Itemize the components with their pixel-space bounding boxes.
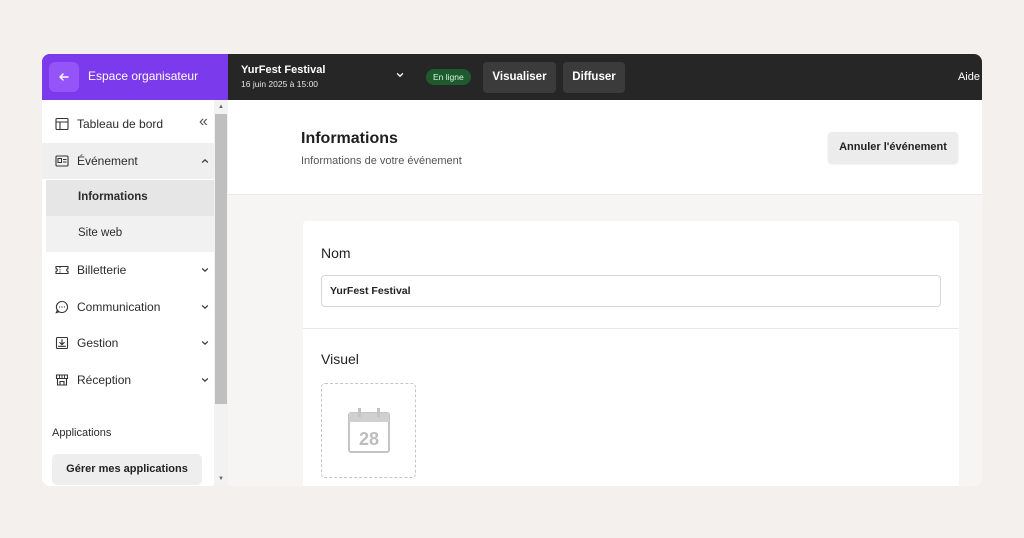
- back-button[interactable]: [49, 62, 79, 92]
- chevron-down-icon: [201, 378, 209, 383]
- collapse-sidebar-button[interactable]: «: [199, 113, 208, 131]
- scroll-up-arrow-icon[interactable]: ▲: [218, 104, 224, 110]
- top-bar: Espace organisateur YurFest Festival 16 …: [42, 54, 982, 100]
- id-card-icon: [55, 155, 69, 167]
- chevron-down-icon: [201, 341, 209, 346]
- chevron-down-icon: [201, 268, 209, 273]
- dashboard-icon: [55, 117, 69, 131]
- share-button[interactable]: Diffuser: [563, 62, 625, 93]
- sidebar-scroll-thumb[interactable]: [215, 114, 227, 404]
- sidebar-item-label: Réception: [77, 373, 132, 387]
- calendar-day-text: 28: [359, 429, 379, 449]
- main-content: Informations Informations de votre événe…: [228, 100, 982, 486]
- page-title: Informations: [301, 130, 398, 147]
- store-icon: [55, 374, 69, 386]
- divider: [303, 328, 959, 329]
- organizer-space-label: Espace organisateur: [88, 69, 199, 83]
- sidebar-item-event[interactable]: Événement: [42, 143, 214, 179]
- arrow-left-icon: [59, 73, 69, 81]
- sidebar-item-communication[interactable]: Communication: [42, 289, 214, 325]
- app-window: Espace organisateur YurFest Festival 16 …: [42, 54, 982, 486]
- organizer-space-link[interactable]: Espace organisateur: [42, 54, 228, 100]
- chat-icon: [55, 300, 68, 314]
- chevron-down-icon: [201, 305, 209, 310]
- cancel-event-button[interactable]: Annuler l'événement: [828, 132, 958, 163]
- ticket-icon: [55, 265, 69, 275]
- sidebar-item-label: Gestion: [77, 336, 119, 350]
- sidebar-subitem-website[interactable]: Site web: [46, 216, 214, 252]
- sidebar-subitem-informations[interactable]: Informations: [46, 180, 214, 216]
- sidebar-item-dashboard[interactable]: Tableau de bord «: [42, 106, 214, 142]
- manage-applications-button[interactable]: Gérer mes applications: [52, 454, 202, 485]
- event-name-input[interactable]: [321, 275, 941, 307]
- sidebar: Tableau de bord « Événement Informations…: [42, 100, 228, 486]
- sidebar-item-management[interactable]: Gestion: [42, 325, 214, 361]
- page-header: Informations Informations de votre événe…: [228, 100, 982, 195]
- scroll-down-arrow-icon[interactable]: ▼: [218, 476, 224, 482]
- sidebar-item-label: Billetterie: [77, 263, 127, 277]
- help-link[interactable]: Aide: [958, 71, 980, 83]
- image-upload-dropzone[interactable]: 28: [321, 383, 416, 478]
- visual-section-title: Visuel: [321, 351, 359, 367]
- sidebar-item-label: Tableau de bord: [77, 117, 164, 131]
- sidebar-subitem-label: Site web: [78, 227, 123, 239]
- event-name: YurFest Festival: [241, 64, 326, 76]
- download-tray-icon: [55, 336, 69, 350]
- page-subtitle: Informations de votre événement: [301, 155, 462, 167]
- event-date: 16 juin 2025 à 15:00: [241, 79, 319, 89]
- event-info-card: Nom Visuel 28: [303, 221, 959, 486]
- chevron-down-icon: [396, 73, 404, 78]
- sidebar-item-ticketing[interactable]: Billetterie: [42, 252, 214, 288]
- sidebar-item-reception[interactable]: Réception: [42, 362, 214, 398]
- status-badge: En ligne: [426, 69, 471, 85]
- preview-button[interactable]: Visualiser: [483, 62, 556, 93]
- sidebar-item-label: Communication: [77, 300, 161, 314]
- applications-heading: Applications: [52, 427, 112, 439]
- sidebar-item-label: Événement: [77, 154, 138, 168]
- calendar-icon: 28: [348, 408, 390, 453]
- sidebar-subitem-label: Informations: [78, 191, 148, 203]
- event-selector[interactable]: YurFest Festival 16 juin 2025 à 15:00: [241, 63, 411, 91]
- name-section-title: Nom: [321, 245, 351, 261]
- chevron-up-icon: [201, 158, 209, 163]
